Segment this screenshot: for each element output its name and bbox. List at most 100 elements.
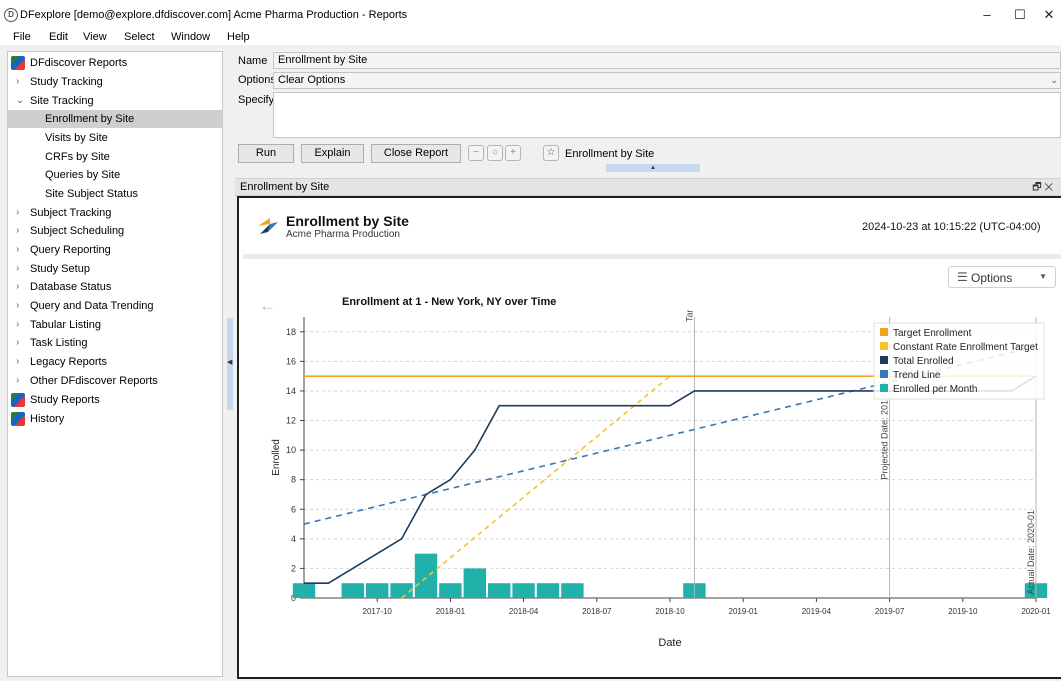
reference-date-annotation: Actual Date: 2020-01 (1026, 510, 1036, 595)
chevron-right-icon: › (16, 76, 20, 87)
maximize-button[interactable]: ☐ (1005, 6, 1035, 24)
chevron-right-icon: › (16, 207, 20, 218)
legend-entry: Total Enrolled (893, 356, 954, 367)
zoom-reset-icon[interactable]: ○ (487, 145, 503, 161)
chevron-right-icon: › (16, 225, 20, 236)
legend-swatch (880, 384, 888, 392)
specify-textarea[interactable] (273, 92, 1061, 138)
collapse-up-icon: ▲ (650, 165, 656, 171)
menu-help[interactable]: Help (227, 31, 250, 43)
menu-window[interactable]: Window (171, 31, 210, 43)
y-tick-label: 16 (286, 356, 296, 366)
enrolled-per-month-bar (536, 583, 560, 598)
favorite-report-label: Enrollment by Site (565, 148, 655, 160)
tree-item-subject-scheduling[interactable]: › Subject Scheduling (8, 222, 222, 240)
x-tick-label: 2019-10 (948, 607, 978, 616)
study-reports-icon (11, 393, 25, 407)
run-button[interactable]: Run (238, 144, 294, 163)
tree-item-site-subject-status[interactable]: Site Subject Status (8, 185, 222, 203)
y-tick-label: 2 (291, 563, 296, 573)
legend-entry: Target Enrollment (893, 328, 972, 339)
reports-tree: DFdiscover Reports › Study Tracking ⌄ Site… (7, 51, 223, 677)
enrolled-per-month-bar (463, 568, 486, 598)
collapse-form-handle[interactable]: ▲ (606, 164, 700, 172)
chart-title: Enrollment at 1 - New York, NY over Time (342, 296, 557, 308)
reports-icon (11, 56, 25, 70)
enrolled-per-month-bar (488, 583, 511, 598)
enrolled-per-month-bar (561, 583, 584, 598)
tree-item-study-reports[interactable]: Study Reports (8, 391, 222, 409)
sliders-icon: ☰ (957, 270, 968, 284)
tree-item-other-reports[interactable]: › Other DFdiscover Reports (8, 372, 222, 390)
x-axis-label: Date (658, 637, 681, 649)
y-tick-label: 14 (286, 386, 296, 396)
minimize-button[interactable]: – (972, 6, 1002, 24)
tree-item-history[interactable]: History (8, 410, 222, 428)
menu-file[interactable]: File (13, 31, 31, 43)
options-label: Options (238, 74, 276, 86)
zoom-out-icon[interactable]: − (468, 145, 484, 161)
name-field[interactable]: Enrollment by Site (273, 52, 1061, 69)
tree-item-task-listing[interactable]: › Task Listing (8, 334, 222, 352)
x-tick-label: 2018-01 (436, 607, 466, 616)
x-tick-label: 2018-07 (582, 607, 612, 616)
x-tick-label: 2020-01 (1021, 607, 1051, 616)
window-title: DFexplore [demo@explore.dfdiscover.com] … (20, 9, 408, 21)
y-tick-label: 8 (291, 475, 296, 485)
report-panel-header: Enrollment by Site 🗗 ✕ (235, 178, 1061, 196)
close-window-button[interactable]: ✕ (1034, 6, 1061, 24)
tree-item-queries-by-site[interactable]: Queries by Site (8, 166, 222, 184)
tree-item-database-status[interactable]: › Database Status (8, 278, 222, 296)
collapse-left-icon: ◀ (227, 359, 233, 366)
chart-options-label: Options (971, 271, 1013, 285)
chevron-right-icon: › (16, 319, 20, 330)
chevron-down-icon: ▼ (1039, 272, 1047, 281)
legend-swatch (880, 342, 888, 350)
x-tick-label: 2018-04 (509, 607, 539, 616)
y-tick-label: 12 (286, 416, 296, 426)
menu-bar: File Edit View Select Window Help (0, 30, 1061, 45)
tree-item-enrollment-by-site[interactable]: Enrollment by Site (8, 110, 222, 128)
legend-entry: Constant Rate Enrollment Target (893, 342, 1038, 353)
reference-date-annotation: Projected Date: 201 (880, 400, 890, 480)
report-logo-icon (258, 218, 278, 234)
history-icon (11, 412, 25, 426)
chevron-right-icon: › (16, 300, 20, 311)
enrollment-chart: 0246810121416182017-102018-012018-042018… (271, 310, 1051, 649)
panel-float-close-icon[interactable]: 🗗 ✕ (1032, 180, 1053, 197)
zoom-in-icon[interactable]: + (505, 145, 521, 161)
tree-item-study-setup[interactable]: › Study Setup (8, 260, 222, 278)
explain-button[interactable]: Explain (301, 144, 364, 163)
options-select[interactable]: Clear Options ⌄ (273, 72, 1061, 89)
menu-select[interactable]: Select (124, 31, 155, 43)
chevron-right-icon: › (16, 244, 20, 255)
tree-item-visits-by-site[interactable]: Visits by Site (8, 129, 222, 147)
tree-item-query-reporting[interactable]: › Query Reporting (8, 241, 222, 259)
enrolled-per-month-bar (512, 583, 535, 598)
report-panel-title: Enrollment by Site (240, 181, 330, 193)
star-icon[interactable]: ☆ (543, 145, 559, 161)
report-subtitle: Acme Pharma Production (286, 229, 400, 240)
menu-edit[interactable]: Edit (49, 31, 68, 43)
tree-item-query-data-trending[interactable]: › Query and Data Trending (8, 297, 222, 315)
chart-options-button[interactable]: ☰ Options ▼ (948, 266, 1056, 288)
tree-item-tabular-listing[interactable]: › Tabular Listing (8, 316, 222, 334)
enrolled-per-month-bar (366, 583, 389, 598)
sidebar-splitter[interactable]: ◀ (227, 318, 233, 410)
tree-item-study-tracking[interactable]: › Study Tracking (8, 73, 222, 91)
y-axis-label: Enrolled (271, 439, 282, 476)
chevron-down-icon: ⌄ (1050, 75, 1058, 85)
tree-item-subject-tracking[interactable]: › Subject Tracking (8, 204, 222, 222)
chevron-down-icon: ⌄ (16, 95, 25, 106)
options-select-value: Clear Options (278, 74, 346, 86)
x-tick-label: 2019-01 (729, 607, 759, 616)
legend-swatch (880, 370, 888, 378)
x-tick-label: 2019-07 (875, 607, 905, 616)
tree-item-legacy-reports[interactable]: › Legacy Reports (8, 353, 222, 371)
tree-item-site-tracking[interactable]: ⌄ Site Tracking (8, 92, 222, 110)
tree-item-crfs-by-site[interactable]: CRFs by Site (8, 148, 222, 166)
menu-view[interactable]: View (83, 31, 107, 43)
tree-root-dfdiscover-reports[interactable]: DFdiscover Reports (8, 54, 222, 72)
close-report-button[interactable]: Close Report (371, 144, 461, 163)
name-label: Name (238, 55, 268, 67)
